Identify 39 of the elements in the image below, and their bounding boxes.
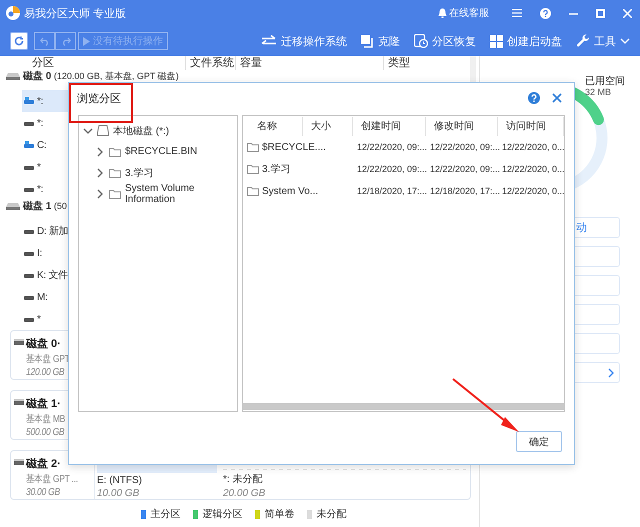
tree-label: 3.学习 [125, 166, 154, 180]
table-cell-text: 12/22/2020, 09:... [356, 142, 426, 152]
tree-label: System Volume Information [125, 182, 196, 204]
disk-name: 磁盘 0· [26, 337, 61, 351]
disk-name: 磁盘 2· [26, 457, 61, 471]
table-cell-text: 12/18/2020, 17:... [356, 186, 426, 196]
partition-label: *: 未分配 [223, 472, 264, 486]
partition-size: 10.00 GB [97, 488, 140, 499]
table-cell-text: 12/22/2020, 0... [501, 164, 564, 174]
tree-label: 本地磁盘 (*:) [113, 124, 170, 138]
table-cell-text: 12/22/2020, 09:... [356, 164, 426, 174]
disk-type: 基本盘 MB [26, 412, 66, 426]
legend-label: 未分配 [316, 508, 346, 521]
file-name: $RECYCLE.... [262, 142, 326, 152]
table-cell-text: 12/18/2020, 17:... [429, 186, 498, 196]
legend-label: 逻辑分区 [202, 508, 242, 521]
file-name: System Vo... [262, 186, 318, 196]
file-name: 3.学习 [262, 163, 290, 176]
used-space-label: 已用空间 [585, 76, 625, 87]
legend-label: 简单卷 [264, 508, 294, 521]
disk-size: 500.00 GB [26, 427, 64, 438]
disk-size: 120.00 GB [26, 367, 64, 378]
disk-size: 30.00 GB [26, 487, 60, 498]
legend-label: 主分区 [150, 508, 180, 521]
disk-title: 磁盘 0 (120.00 GB, 基本盘, GPT 磁盘) [23, 70, 179, 82]
window-title: 易我分区大师 专业版 [24, 6, 126, 20]
table-cell-text: 12/22/2020, 09:... [429, 164, 498, 174]
dialog-title: 浏览分区 [77, 92, 122, 106]
disk-type: 基本盘 GPT ... [26, 472, 78, 486]
table-cell-text: 12/22/2020, 0... [501, 186, 564, 196]
partition-size: 20.00 GB [223, 488, 266, 499]
tree-label: $RECYCLE.BIN [125, 146, 198, 157]
disk-name: 磁盘 1· [26, 397, 61, 411]
disk-type: 基本盘 GPT [26, 352, 70, 366]
table-cell-text: 12/22/2020, 09:... [429, 142, 498, 152]
disk-title: 磁盘 1 (50 [23, 200, 67, 212]
partition-label: E: (NTFS) [97, 475, 143, 486]
used-space-value: 32 MB [585, 87, 612, 98]
table-cell-text: 12/22/2020, 0... [501, 142, 564, 152]
